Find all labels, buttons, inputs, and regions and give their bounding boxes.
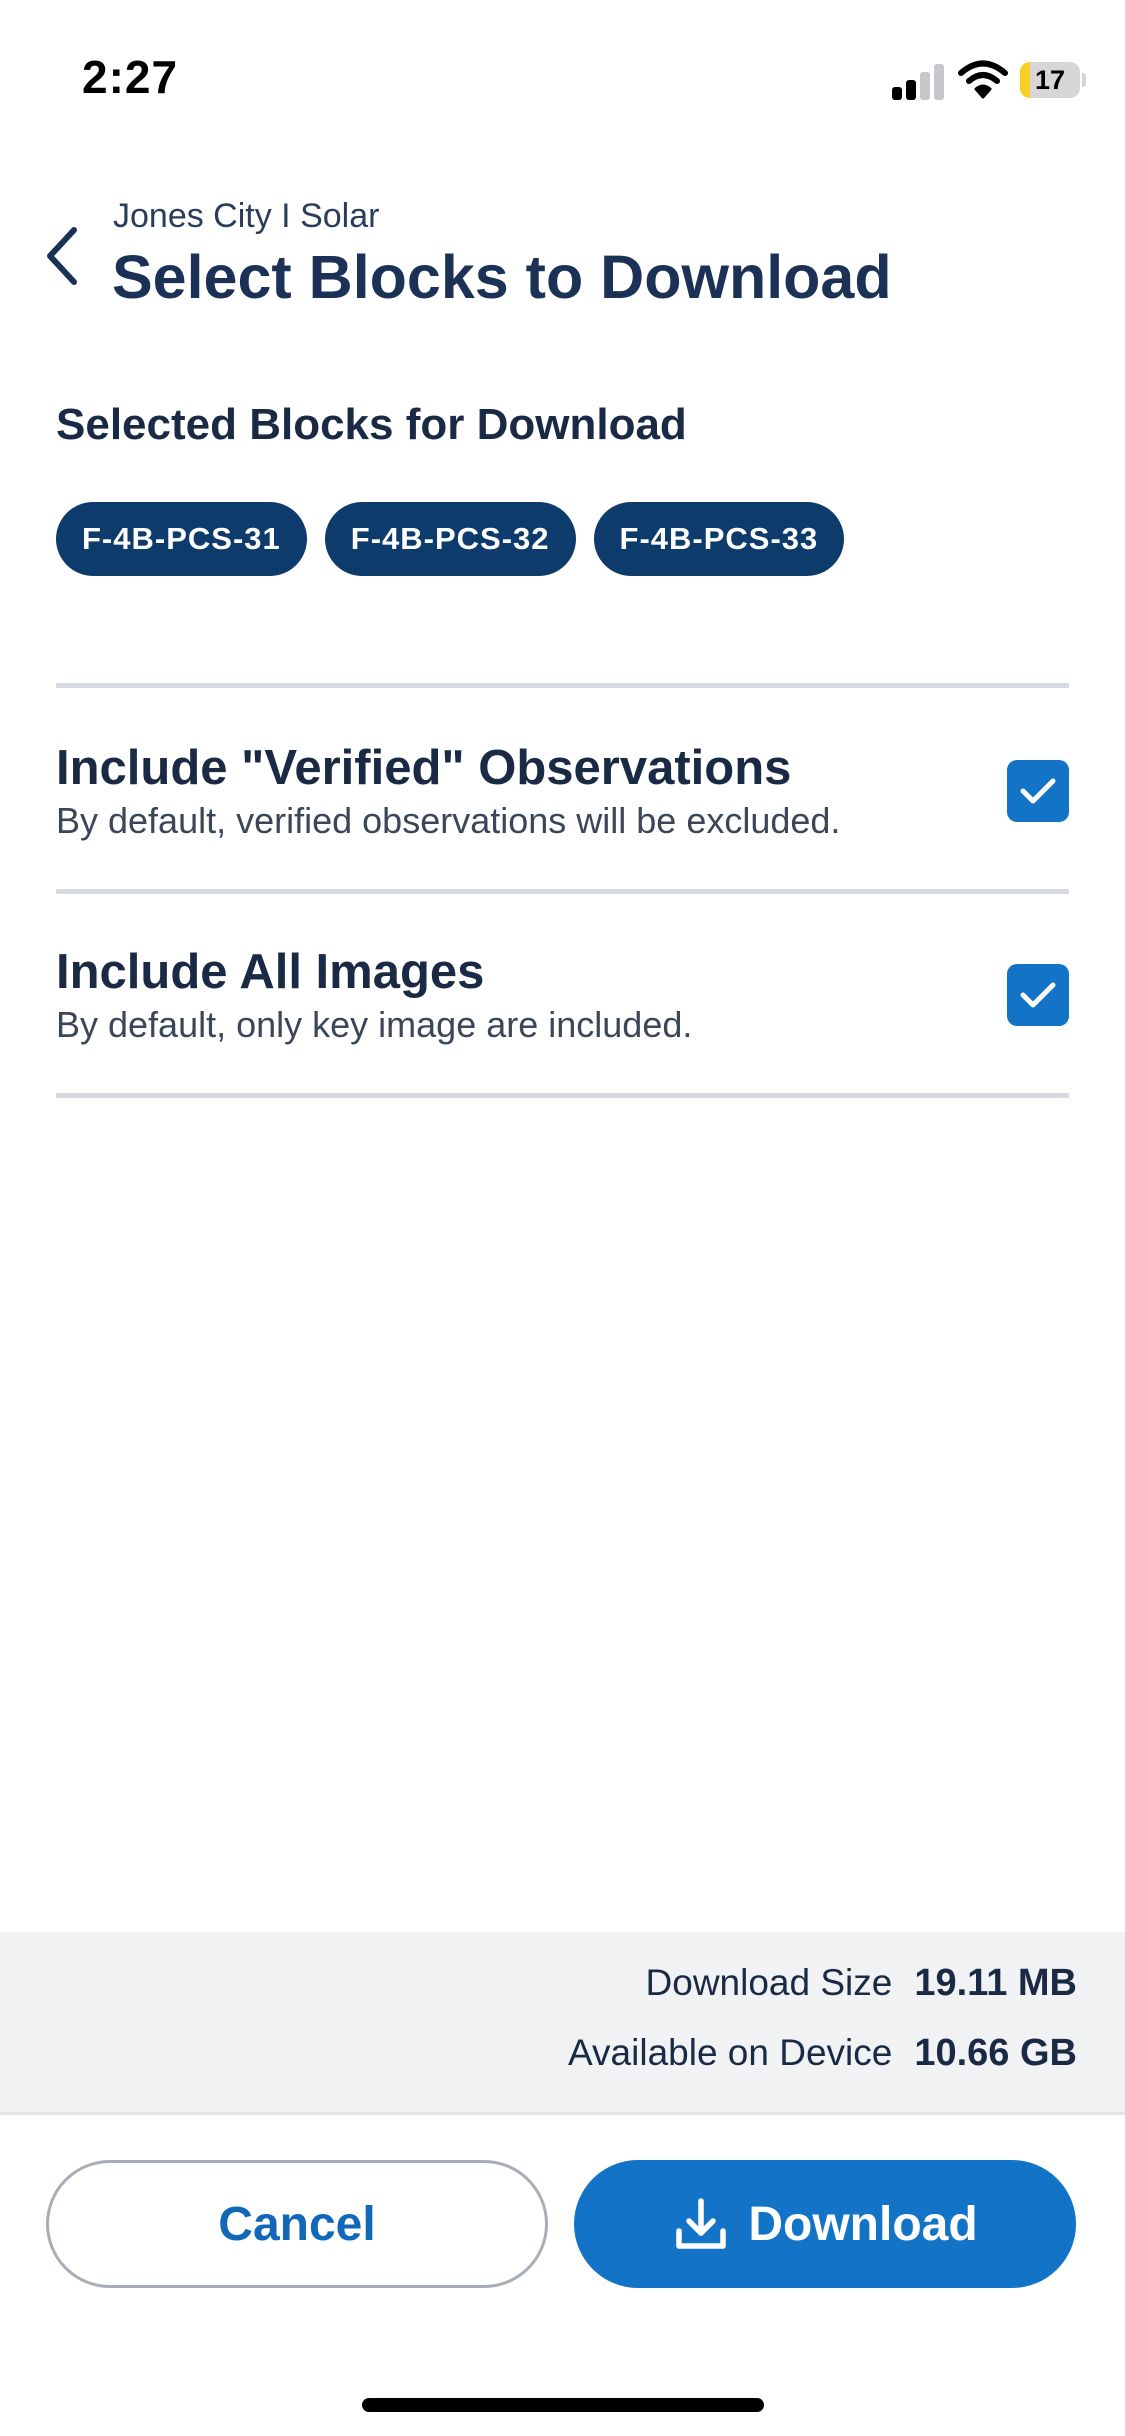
divider [0, 2112, 1125, 2115]
battery-icon: 17 [1020, 62, 1086, 98]
selected-blocks-chips: F-4B-PCS-31 F-4B-PCS-32 F-4B-PCS-33 [56, 502, 845, 576]
divider [56, 889, 1069, 894]
status-bar: 2:27 17 [0, 0, 1125, 150]
download-size-label: Download Size [645, 1962, 893, 2003]
divider [56, 1093, 1069, 1098]
back-button[interactable] [34, 220, 90, 292]
selected-blocks-heading: Selected Blocks for Download [56, 400, 687, 449]
wifi-icon [958, 60, 1008, 100]
signal-bar [906, 80, 916, 100]
option-description: By default, only key image are included. [56, 1004, 693, 1045]
divider [56, 683, 1069, 688]
available-space-value: 10.66 GB [914, 2032, 1077, 2074]
chevron-left-icon [47, 227, 77, 285]
cancel-button[interactable]: Cancel [46, 2160, 548, 2288]
download-button[interactable]: Download [574, 2160, 1076, 2288]
download-button-label: Download [748, 2197, 978, 2251]
battery-tip [1082, 73, 1086, 87]
include-all-images-checkbox[interactable] [1007, 964, 1069, 1026]
checkmark-icon [1020, 982, 1056, 1008]
download-icon [676, 2198, 727, 2249]
home-indicator [362, 2398, 764, 2412]
block-chip[interactable]: F-4B-PCS-31 [56, 502, 307, 576]
battery-level: 17 [1034, 65, 1066, 95]
include-verified-checkbox[interactable] [1007, 760, 1069, 822]
battery-body: 17 [1020, 62, 1080, 98]
block-chip[interactable]: F-4B-PCS-32 [324, 502, 576, 576]
block-chip[interactable]: F-4B-PCS-33 [593, 502, 845, 576]
page-title: Select Blocks to Download [112, 243, 892, 311]
available-space-row: Available on Device 10.66 GB [568, 2032, 1077, 2075]
option-title: Include "Verified" Observations [56, 741, 792, 795]
option-description: By default, verified observations will b… [56, 800, 841, 841]
cancel-button-label: Cancel [218, 2197, 376, 2251]
status-time: 2:27 [82, 51, 179, 103]
signal-bar [920, 72, 930, 100]
signal-bar [934, 64, 944, 100]
download-size-row: Download Size 19.11 MB [646, 1962, 1077, 2005]
checkmark-icon [1020, 778, 1056, 804]
available-space-label: Available on Device [568, 2032, 893, 2073]
download-summary: Download Size 19.11 MB Available on Devi… [0, 1932, 1125, 2114]
option-title: Include All Images [56, 945, 485, 999]
download-size-value: 19.11 MB [914, 1962, 1077, 2004]
breadcrumb: Jones City I Solar [113, 197, 380, 235]
signal-bar [892, 87, 902, 100]
cellular-signal-icon [892, 64, 946, 100]
